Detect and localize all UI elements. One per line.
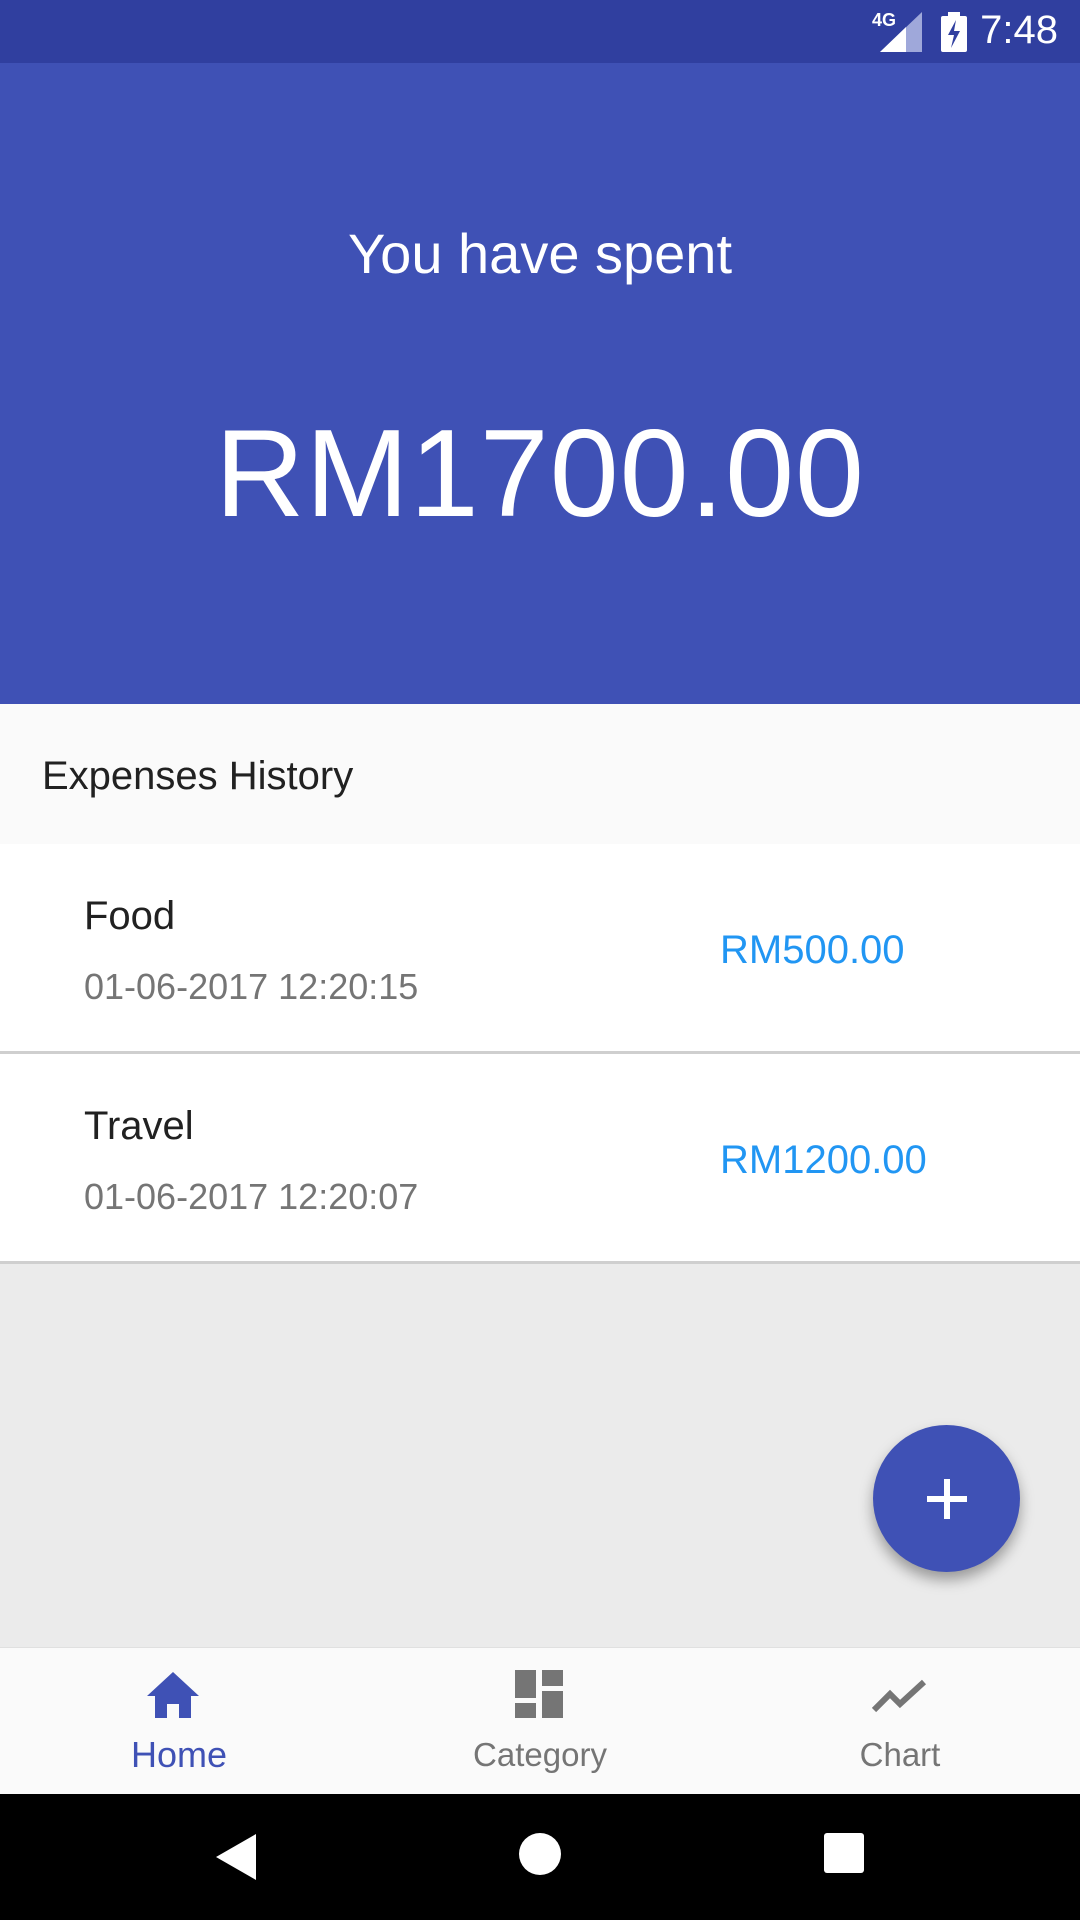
section-title: Expenses History [42, 754, 354, 798]
expense-list-item[interactable]: Travel 01-06-2017 12:20:07 RM1200.00 [0, 1054, 1080, 1264]
plus-icon [926, 1478, 967, 1519]
bottom-navigation: Home Category Chart [0, 1647, 1080, 1795]
nav-home[interactable]: Home [59, 1648, 299, 1795]
nav-home-label: Home [130, 1734, 228, 1775]
nav-category-label: Category [473, 1736, 607, 1773]
expense-name: Travel [84, 1104, 194, 1148]
recents-icon[interactable] [823, 1832, 865, 1874]
expense-date: 01-06-2017 12:20:07 [84, 1176, 419, 1217]
battery-charging-icon [941, 12, 967, 52]
nav-chart-label: Chart [859, 1736, 941, 1773]
total-spent-amount: RM1700.00 [214, 405, 866, 543]
expense-date: 01-06-2017 12:20:15 [84, 966, 419, 1007]
expense-amount: RM500.00 [720, 928, 905, 972]
add-expense-button[interactable] [873, 1425, 1020, 1572]
expense-name: Food [84, 894, 176, 938]
back-icon[interactable] [214, 1832, 258, 1882]
chart-line-icon [872, 1679, 927, 1713]
nav-chart[interactable]: Chart [780, 1648, 1020, 1795]
expenses-history-section: Expenses History [0, 704, 1080, 844]
home-icon [147, 1672, 199, 1718]
dashboard-icon [515, 1670, 563, 1718]
expense-list-item[interactable]: Food 01-06-2017 12:20:15 RM500.00 [0, 844, 1080, 1054]
status-bar: 4G 7:48 [0, 0, 1080, 63]
expense-amount: RM1200.00 [720, 1138, 927, 1182]
system-navigation-bar [0, 1794, 1080, 1920]
nav-category[interactable]: Category [420, 1648, 660, 1795]
home-circle-icon[interactable] [518, 1832, 562, 1876]
spent-label: You have spent [347, 222, 733, 285]
spent-summary-header: You have spent RM1700.00 [0, 63, 1080, 704]
status-time: 7:48 [980, 8, 1058, 52]
signal-icon [880, 12, 922, 52]
